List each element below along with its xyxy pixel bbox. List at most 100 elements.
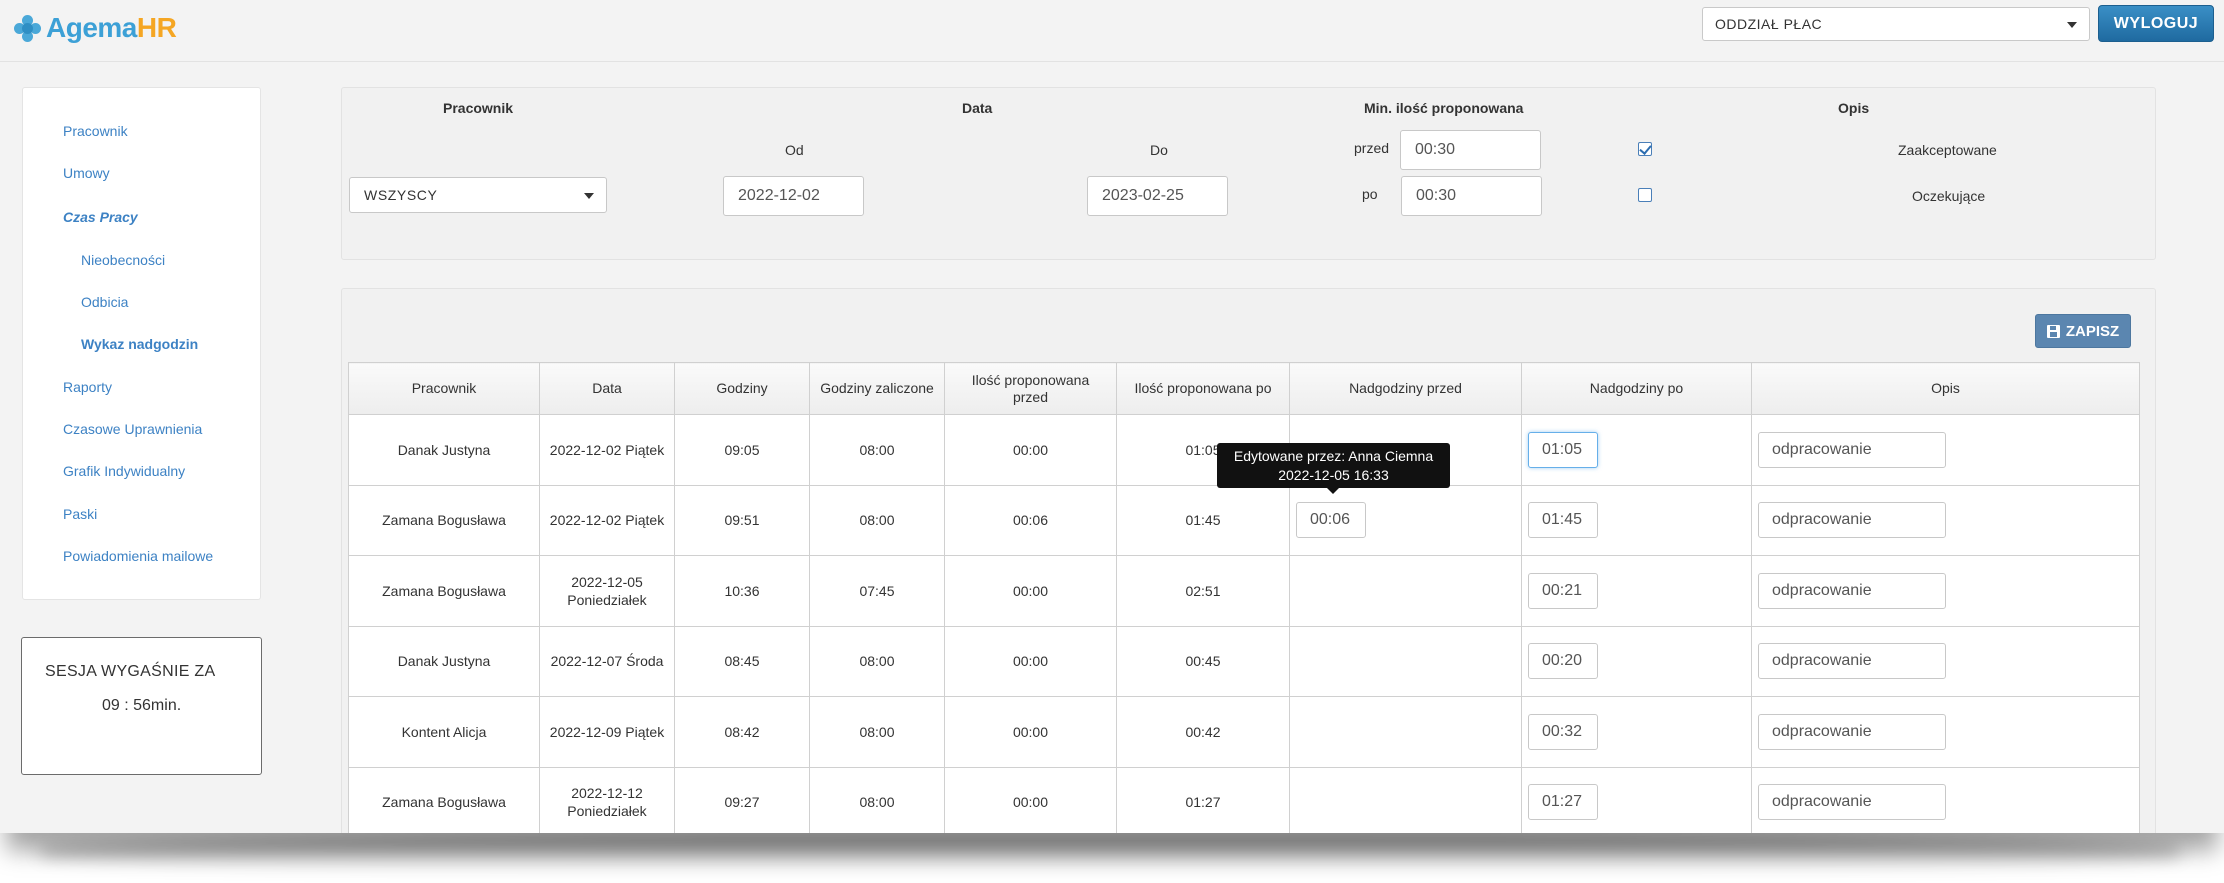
results-panel: ZAPISZ Pracownik Data Godziny Godziny za… bbox=[341, 288, 2156, 833]
desc-input[interactable]: odpracowanie bbox=[1758, 713, 1946, 750]
cell-desc: odpracowanie bbox=[1751, 484, 2140, 556]
sidebar-item-powiadomienia-mailowe[interactable]: Powiadomienia mailowe bbox=[63, 548, 213, 564]
column-header-hours[interactable]: Godziny bbox=[674, 362, 810, 415]
session-timer-box: SESJA WYGAŚNIE ZA 09 : 56min. bbox=[21, 637, 262, 775]
window-shadow bbox=[40, 833, 2180, 871]
cell-ot-before bbox=[1289, 766, 1522, 833]
date-to-input[interactable]: 2023-02-25 bbox=[1087, 176, 1228, 216]
sidebar-item-pracownik[interactable]: Pracownik bbox=[63, 123, 128, 139]
column-header-date[interactable]: Data bbox=[539, 362, 675, 415]
cell-counted: 08:00 bbox=[809, 625, 945, 697]
sidebar-item-paski[interactable]: Paski bbox=[63, 506, 97, 522]
cell-ot-after: 01:45 bbox=[1521, 484, 1752, 556]
save-button[interactable]: ZAPISZ bbox=[2035, 314, 2131, 348]
table-row: Zamana Bogusława 2022-12-02 Piątek 09:51… bbox=[348, 484, 2140, 556]
cell-prop-after: 01:27 bbox=[1116, 766, 1290, 833]
desc-input[interactable]: odpracowanie bbox=[1758, 502, 1946, 539]
cell-prop-before: 00:00 bbox=[944, 696, 1117, 768]
filter-employee-header: Pracownik bbox=[443, 100, 514, 116]
sidebar-item-nieobecnosci[interactable]: Nieobecności bbox=[81, 252, 165, 268]
min-after-input[interactable]: 00:30 bbox=[1401, 176, 1542, 216]
save-button-label: ZAPISZ bbox=[2065, 322, 2120, 340]
table-row: Kontent Alicja 2022-12-09 Piątek 08:42 0… bbox=[348, 696, 2140, 768]
cell-ot-after: 00:32 bbox=[1521, 696, 1752, 768]
sidebar-item-umowy[interactable]: Umowy bbox=[63, 165, 110, 181]
session-title: SESJA WYGAŚNIE ZA bbox=[45, 663, 216, 680]
desc-input[interactable]: odpracowanie bbox=[1758, 431, 1946, 468]
cell-prop-before: 00:00 bbox=[944, 555, 1117, 627]
cell-desc: odpracowanie bbox=[1751, 696, 2140, 768]
cell-desc: odpracowanie bbox=[1751, 555, 2140, 627]
column-header-counted[interactable]: Godziny zaliczone bbox=[809, 362, 945, 415]
department-value: ODDZIAŁ PŁAC bbox=[1715, 16, 1823, 32]
cell-counted: 07:45 bbox=[809, 555, 945, 627]
cell-hours: 10:36 bbox=[674, 555, 810, 627]
edit-info-tooltip: Edytowane przez: Anna Ciemna 2022-12-05 … bbox=[1217, 443, 1450, 494]
cell-hours: 08:45 bbox=[674, 625, 810, 697]
filter-desc-header: Opis bbox=[1838, 100, 1870, 116]
sidebar-item-wykaz-nadgodzin[interactable]: Wykaz nadgodzin bbox=[81, 336, 198, 352]
cell-prop-after: 00:42 bbox=[1116, 696, 1290, 768]
pending-label: Oczekujące bbox=[1912, 188, 1986, 204]
date-from-input[interactable]: 2022-12-02 bbox=[723, 176, 864, 216]
column-header-desc[interactable]: Opis bbox=[1751, 362, 2140, 415]
pending-checkbox[interactable] bbox=[1638, 188, 1652, 202]
min-after-label: po bbox=[1362, 186, 1378, 202]
sidebar-item-grafik-indywidualny[interactable]: Grafik Indywidualny bbox=[63, 463, 185, 479]
min-before-label: przed bbox=[1354, 140, 1390, 156]
top-bar: AgemaHR ODDZIAŁ PŁAC WYLOGUJ bbox=[0, 0, 2224, 62]
ot-after-input[interactable]: 00:21 bbox=[1528, 572, 1598, 609]
ot-after-input[interactable]: 01:05 bbox=[1528, 431, 1598, 468]
ot-after-input[interactable]: 01:27 bbox=[1528, 784, 1598, 821]
session-remaining: 09 : 56min. bbox=[102, 697, 182, 714]
min-before-input[interactable]: 00:30 bbox=[1400, 130, 1541, 170]
cell-ot-after: 01:27 bbox=[1521, 766, 1752, 833]
logo-text: AgemaHR bbox=[46, 12, 177, 43]
cell-date: 2022-12-07 Środa bbox=[539, 625, 675, 697]
ot-after-input[interactable]: 01:45 bbox=[1528, 502, 1598, 539]
logo[interactable]: AgemaHR bbox=[10, 8, 177, 48]
cell-prop-before: 00:00 bbox=[944, 625, 1117, 697]
cell-employee: Zamana Bogusława bbox=[348, 555, 540, 627]
cell-counted: 08:00 bbox=[809, 696, 945, 768]
column-header-employee[interactable]: Pracownik bbox=[348, 362, 540, 415]
tooltip-editor: Edytowane przez: Anna Ciemna bbox=[1233, 448, 1434, 464]
cell-hours: 08:42 bbox=[674, 696, 810, 768]
table-row: Danak Justyna 2022-12-07 Środa 08:45 08:… bbox=[348, 625, 2140, 697]
ot-after-input[interactable]: 00:32 bbox=[1528, 713, 1598, 750]
filter-panel: Pracownik Data Min. ilość proponowana Op… bbox=[341, 87, 2156, 260]
ot-before-input[interactable]: 00:06 bbox=[1296, 502, 1366, 539]
sidebar-item-czas-pracy[interactable]: Czas Pracy bbox=[63, 209, 138, 225]
sidebar: Pracownik Umowy Czas Pracy Nieobecności … bbox=[22, 87, 261, 600]
department-select[interactable]: ODDZIAŁ PŁAC bbox=[1702, 7, 2090, 41]
logout-button[interactable]: WYLOGUJ bbox=[2098, 5, 2214, 42]
cell-ot-before bbox=[1289, 625, 1522, 697]
cell-desc: odpracowanie bbox=[1751, 625, 2140, 697]
table-header-row: Pracownik Data Godziny Godziny zaliczone… bbox=[348, 362, 2140, 415]
cell-ot-before bbox=[1289, 555, 1522, 627]
sidebar-item-raporty[interactable]: Raporty bbox=[63, 379, 112, 395]
cell-employee: Zamana Bogusława bbox=[348, 484, 540, 556]
overtime-table: Pracownik Data Godziny Godziny zaliczone… bbox=[348, 362, 2140, 833]
employee-select[interactable]: WSZYSCY bbox=[349, 177, 607, 213]
column-header-ot-after[interactable]: Nadgodziny po bbox=[1521, 362, 1752, 415]
accepted-checkbox[interactable] bbox=[1638, 142, 1652, 156]
column-header-prop-after[interactable]: Ilość proponowana po bbox=[1116, 362, 1290, 415]
ot-after-input[interactable]: 00:20 bbox=[1528, 643, 1598, 680]
desc-input[interactable]: odpracowanie bbox=[1758, 784, 1946, 821]
column-header-prop-before[interactable]: Ilość proponowana przed bbox=[944, 362, 1117, 415]
cell-ot-after: 01:05 bbox=[1521, 414, 1752, 486]
cell-counted: 08:00 bbox=[809, 766, 945, 833]
cell-counted: 08:00 bbox=[809, 484, 945, 556]
desc-input[interactable]: odpracowanie bbox=[1758, 572, 1946, 609]
sidebar-item-czasowe-uprawnienia[interactable]: Czasowe Uprawnienia bbox=[63, 421, 202, 437]
cell-date: 2022-12-12 Poniedziałek bbox=[539, 766, 675, 833]
sidebar-item-odbicia[interactable]: Odbicia bbox=[81, 294, 128, 310]
filter-date-header: Data bbox=[962, 100, 993, 116]
column-header-ot-before[interactable]: Nadgodziny przed bbox=[1289, 362, 1522, 415]
date-from-label: Od bbox=[785, 142, 804, 158]
cell-employee: Kontent Alicja bbox=[348, 696, 540, 768]
cell-prop-before: 00:00 bbox=[944, 766, 1117, 833]
cell-prop-after: 00:45 bbox=[1116, 625, 1290, 697]
desc-input[interactable]: odpracowanie bbox=[1758, 643, 1946, 680]
